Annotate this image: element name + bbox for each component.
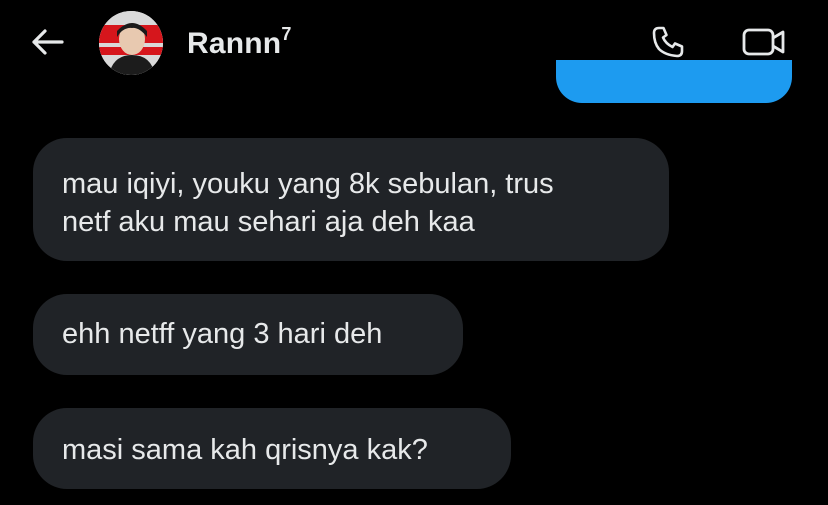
video-camera-icon <box>742 28 785 56</box>
arrow-left-icon <box>32 29 64 55</box>
back-button[interactable] <box>26 22 70 62</box>
outgoing-message-bubble[interactable] <box>556 60 792 103</box>
contact-name: Rannn7 <box>187 24 292 61</box>
avatar-image <box>99 11 163 75</box>
message-text-line: ehh netff yang 3 hari deh <box>62 318 383 350</box>
incoming-message-bubble[interactable]: ehh netff yang 3 hari deh <box>33 294 463 375</box>
video-call-button[interactable] <box>738 20 790 64</box>
call-button[interactable] <box>644 20 692 64</box>
contact-name-text: Rannn <box>187 27 282 60</box>
contact-name-badge: 7 <box>281 24 292 44</box>
avatar[interactable] <box>99 11 163 75</box>
message-text-line: mau iqiyi, youku yang 8k sebulan, trus <box>62 168 554 200</box>
incoming-message-bubble[interactable]: mau iqiyi, youku yang 8k sebulan, trus n… <box>33 138 669 261</box>
message-text-line: netf aku mau sehari aja deh kaa <box>62 206 475 238</box>
phone-icon <box>652 26 684 58</box>
message-text-line: masi sama kah qrisnya kak? <box>62 434 428 466</box>
incoming-message-bubble[interactable]: masi sama kah qrisnya kak? <box>33 408 511 489</box>
